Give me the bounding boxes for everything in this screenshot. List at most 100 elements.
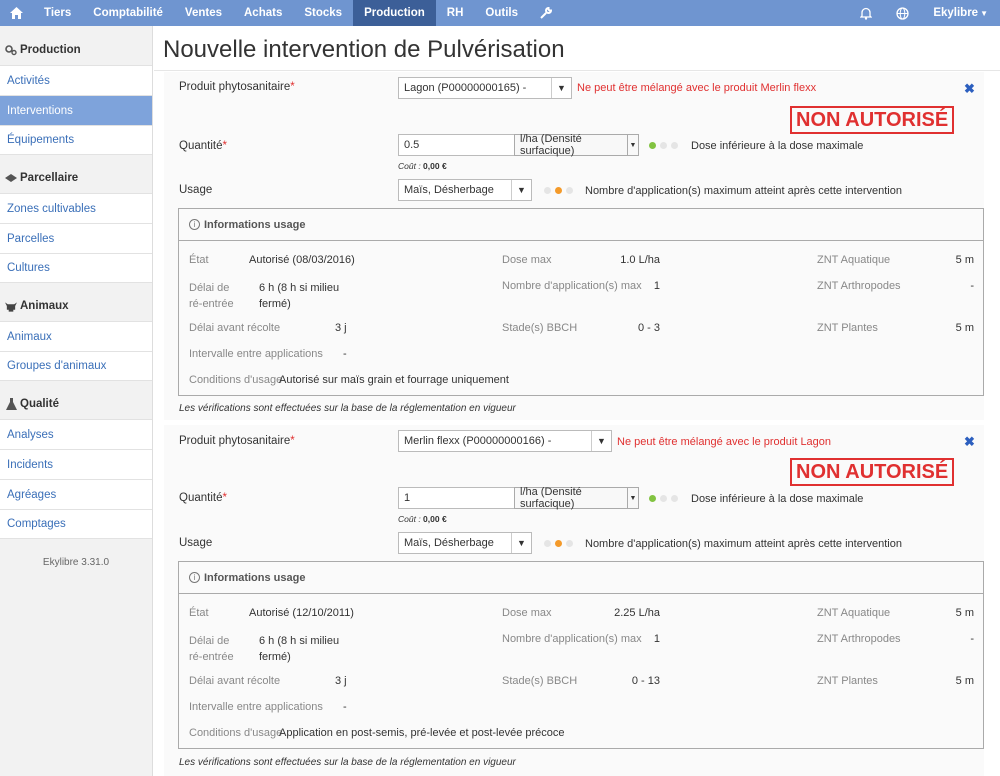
product-label: Produit phytosanitaire* (179, 435, 295, 447)
usage-info-title: Informations usage (204, 571, 306, 584)
product-label-text: Produit phytosanitaire (179, 81, 291, 93)
caret-down-icon: ▼ (511, 180, 531, 200)
znt-aquatic-value: 5 m (955, 254, 974, 266)
usage-select[interactable]: Maïs, Désherbage ▼ (398, 532, 532, 554)
nav-ventes[interactable]: Ventes (174, 0, 233, 26)
znt-aquatic-label: ZNT Aquatique (817, 254, 891, 266)
usage-select-value: Maïs, Désherbage (404, 184, 494, 196)
dose-max-value: 1.0 L/ha (620, 254, 660, 266)
user-menu[interactable]: Ekylibre ▼ (921, 0, 1000, 26)
nav-production[interactable]: Production (353, 0, 436, 26)
sidebar-item-cultures[interactable]: Cultures (0, 253, 152, 283)
nav-tiers[interactable]: Tiers (33, 0, 82, 26)
status-dot (566, 187, 573, 194)
sidebar-item-agreages[interactable]: Agréages (0, 479, 152, 509)
znt-arthropods-label: ZNT Arthropodes (817, 280, 901, 292)
quantity-label-text: Quantité (179, 492, 223, 504)
cost-text: Coût : 0,00 € (398, 161, 447, 171)
nav-achats[interactable]: Achats (233, 0, 293, 26)
main-content: Nouvelle intervention de Pulvérisation P… (154, 26, 1000, 776)
home-icon[interactable] (0, 0, 33, 26)
quantity-label: Quantité* (179, 492, 227, 504)
product-select[interactable]: Merlin flexx (P00000000166) - ▼ (398, 430, 612, 452)
quantity-input[interactable]: 1 (398, 487, 515, 509)
usage-select[interactable]: Maïs, Désherbage ▼ (398, 179, 532, 201)
applications-max-value: 1 (653, 280, 660, 292)
close-icon[interactable]: ✖ (964, 434, 975, 450)
product-select[interactable]: Lagon (P00000000165) - ▼ (398, 77, 572, 99)
product-label-text: Produit phytosanitaire (179, 435, 291, 447)
sidebar-item-analyses[interactable]: Analyses (0, 419, 152, 449)
status-dot (555, 540, 562, 547)
before-harvest-value: 3 j (335, 322, 347, 334)
usage-select-value: Maïs, Désherbage (404, 537, 494, 549)
gears-icon (5, 44, 17, 56)
before-harvest-label: Délai avant récolte (189, 675, 281, 687)
bell-icon[interactable] (848, 0, 884, 26)
znt-plants-value: 5 m (955, 322, 974, 334)
sidebar-item-incidents[interactable]: Incidents (0, 449, 152, 479)
sidebar-item-zones-cultivables[interactable]: Zones cultivables (0, 193, 152, 223)
product-select-value: Merlin flexx (P00000000166) - (404, 435, 552, 447)
quantity-label: Quantité* (179, 140, 227, 152)
sidebar-item-interventions[interactable]: Interventions (0, 95, 152, 125)
znt-aquatic-value: 5 m (955, 607, 974, 619)
page-title: Nouvelle intervention de Pulvérisation (163, 36, 565, 63)
caret-down-icon: ▼ (627, 488, 638, 508)
dose-indicator (649, 142, 678, 149)
status-dot (660, 495, 667, 502)
znt-plants-label: ZNT Plantes (817, 675, 878, 687)
quantity-label-text: Quantité (179, 140, 223, 152)
bbch-value: 0 - 13 (631, 675, 660, 687)
status-dot (649, 495, 656, 502)
nav-comptabilite[interactable]: Comptabilité (82, 0, 174, 26)
nav-stocks[interactable]: Stocks (293, 0, 353, 26)
sidebar-section-title: Animaux (20, 300, 69, 312)
not-allowed-badge: NON AUTORISÉ (790, 458, 955, 486)
unit-select[interactable]: l/ha (Densité surfacique) ▼ (514, 133, 639, 157)
sidebar-item-groupes-animaux[interactable]: Groupes d'animaux (0, 351, 152, 381)
sidebar-item-comptages[interactable]: Comptages (0, 509, 152, 539)
sidebar-item-parcelles[interactable]: Parcelles (0, 223, 152, 253)
before-harvest-label: Délai avant récolte (189, 322, 281, 334)
unit-select[interactable]: l/ha (Densité surfacique) ▼ (514, 486, 639, 510)
quantity-input[interactable]: 0.5 (398, 134, 515, 156)
status-dot (660, 142, 667, 149)
applications-indicator (544, 187, 573, 194)
znt-plants-label: ZNT Plantes (817, 322, 878, 334)
sidebar-section-title: Production (20, 44, 81, 56)
caret-down-icon: ▼ (627, 135, 638, 155)
sidebar-section-production: Production (0, 35, 152, 65)
usage-label: Usage (179, 537, 213, 549)
usage-info-header: i Informations usage (179, 209, 983, 241)
cost-value: 0,00 € (423, 514, 447, 524)
flask-icon (5, 398, 17, 410)
sidebar-item-animaux[interactable]: Animaux (0, 321, 152, 351)
status-dot (544, 540, 551, 547)
nav-rh[interactable]: RH (436, 0, 475, 26)
dose-message: Dose inférieure à la dose maximale (691, 140, 864, 152)
conditions-label: Conditions d'usage (189, 374, 283, 386)
usage-info-header: i Informations usage (179, 562, 983, 594)
cost-text: Coût : 0,00 € (398, 514, 447, 524)
conditions-value: Application en post-semis, pré-levée et … (279, 727, 565, 739)
close-icon[interactable]: ✖ (964, 81, 975, 97)
user-name: Ekylibre (933, 7, 979, 19)
cost-label: Coût : (398, 161, 424, 171)
znt-aquatic-label: ZNT Aquatique (817, 607, 891, 619)
state-value: Autorisé (12/10/2011) (249, 607, 354, 619)
mix-warning: Ne peut être mélangé avec le produit Lag… (617, 436, 832, 448)
sidebar-item-activites[interactable]: Activités (0, 65, 152, 95)
not-allowed-badge: NON AUTORISÉ (790, 106, 955, 134)
znt-plants-value: 5 m (955, 675, 974, 687)
globe-icon[interactable] (884, 0, 921, 26)
usage-label: Usage (179, 184, 213, 196)
bbch-label: Stade(s) BBCH (502, 675, 578, 687)
dose-max-value: 2.25 L/ha (614, 607, 660, 619)
sidebar-item-equipements[interactable]: Équipements (0, 125, 152, 155)
parcel-icon (5, 172, 17, 184)
nav-outils[interactable]: Outils (474, 0, 529, 26)
wrench-icon[interactable] (529, 0, 563, 26)
unit-select-value: l/ha (Densité surfacique) (520, 486, 582, 510)
usage-info-panel: i Informations usage État Autorisé (08/03… (178, 208, 984, 396)
